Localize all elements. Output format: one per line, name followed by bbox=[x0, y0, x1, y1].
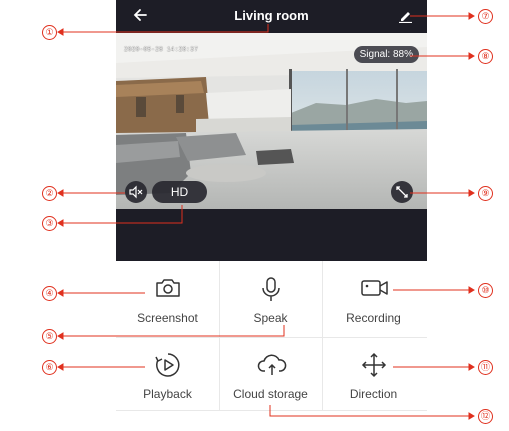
callout-5: ⑤ bbox=[42, 329, 57, 344]
callout-10: ⑩ bbox=[478, 283, 493, 298]
callout-lines bbox=[57, 12, 475, 420]
callout-12: ⑫ bbox=[478, 409, 493, 424]
callout-11: ⑪ bbox=[478, 360, 493, 375]
callout-6: ⑥ bbox=[42, 360, 57, 375]
callout-3: ③ bbox=[42, 216, 57, 231]
callout-1: ① bbox=[42, 25, 57, 40]
callout-9: ⑨ bbox=[478, 186, 493, 201]
callout-7: ⑦ bbox=[478, 9, 493, 24]
callout-8: ⑧ bbox=[478, 49, 493, 64]
callout-2: ② bbox=[42, 186, 57, 201]
callout-4: ④ bbox=[42, 286, 57, 301]
